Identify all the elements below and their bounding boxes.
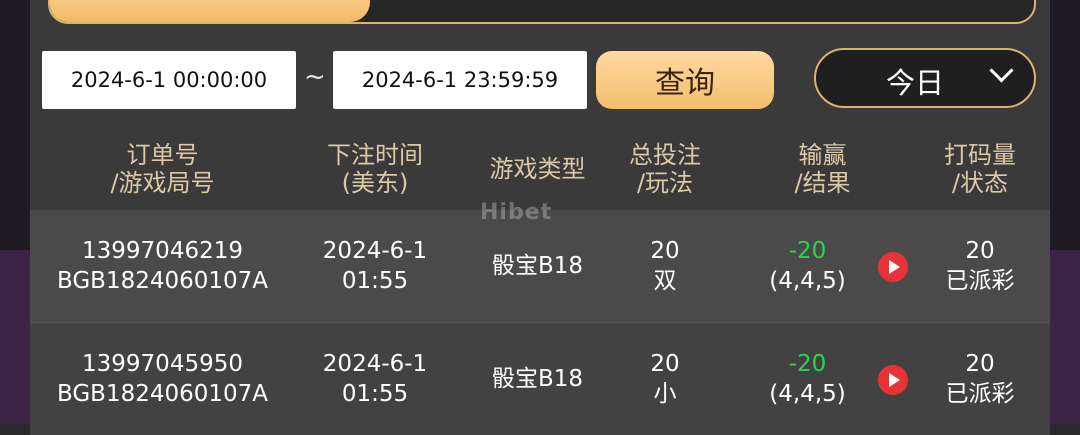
top-tab-bar — [48, 0, 1036, 24]
total-bet-cell: 20 小 — [650, 351, 680, 407]
header-order-no: 订单号 /游戏局号 — [110, 141, 215, 197]
total-bet-cell: 20 双 — [650, 238, 680, 294]
start-datetime-input[interactable]: 2024-6-1 00:00:00 — [42, 51, 296, 109]
date-range-selected-label: 今日 — [886, 66, 945, 100]
background-right-purple — [1050, 250, 1080, 424]
date-range-select[interactable]: 今日 — [814, 48, 1036, 108]
watermark-logo: Hibet — [480, 200, 553, 225]
game-type-cell: 骰宝B18 — [491, 366, 584, 392]
order-number: 13997046219 — [82, 238, 243, 264]
status-text: 已派彩 — [945, 381, 1015, 407]
header-win-loss: 输赢 /结果 — [794, 141, 851, 197]
chevron-down-icon — [989, 58, 1014, 83]
turnover-cell: 20 已派彩 — [945, 238, 1015, 294]
order-cell: 13997045950 BGB1824060107A — [30, 323, 295, 435]
bet-record-panel: 2024-6-1 00:00:00 ~ 2024-6-1 23:59:59 查询… — [30, 0, 1050, 435]
header-bet-time: 下注时间 (美东) — [327, 141, 423, 197]
dice-result: (4,4,5) — [769, 268, 846, 294]
bet-time-cell: 2024-6-1 01:55 — [322, 351, 428, 407]
order-cell: 13997046219 BGB1824060107A — [30, 210, 295, 322]
round-number: BGB1824060107A — [56, 268, 269, 294]
order-number: 13997045950 — [82, 351, 243, 377]
win-loss-amount: -20 — [788, 238, 827, 264]
header-turnover: 打码量 /状态 — [944, 141, 1016, 197]
win-loss-cell: -20 (4,4,5) — [750, 323, 865, 435]
dice-result: (4,4,5) — [769, 381, 846, 407]
play-replay-icon[interactable] — [878, 365, 908, 395]
end-datetime-input[interactable]: 2024-6-1 23:59:59 — [333, 51, 587, 109]
table-row: 13997045950 BGB1824060107A 2024-6-1 01:5… — [30, 322, 1050, 435]
round-number: BGB1824060107A — [56, 381, 269, 407]
date-range-separator: ~ — [304, 62, 326, 92]
game-type-cell: 骰宝B18 — [491, 253, 584, 279]
win-loss-amount: -20 — [788, 351, 827, 377]
turnover-cell: 20 已派彩 — [945, 351, 1015, 407]
bet-time-cell: 2024-6-1 01:55 — [322, 238, 428, 294]
status-text: 已派彩 — [945, 268, 1015, 294]
play-replay-icon[interactable] — [878, 252, 908, 282]
query-button[interactable]: 查询 — [596, 51, 774, 109]
header-game-type: 游戏类型 — [489, 155, 586, 183]
top-tab-active[interactable] — [50, 0, 370, 22]
table-header: 订单号 /游戏局号 下注时间 (美东) 游戏类型 总投注 /玩法 输赢 /结果 … — [30, 128, 1050, 210]
win-loss-cell: -20 (4,4,5) — [750, 210, 865, 322]
background-left-purple — [0, 250, 30, 424]
table-row: 13997046219 BGB1824060107A 2024-6-1 01:5… — [30, 210, 1050, 322]
header-total-bet: 总投注 /玩法 — [629, 141, 701, 197]
